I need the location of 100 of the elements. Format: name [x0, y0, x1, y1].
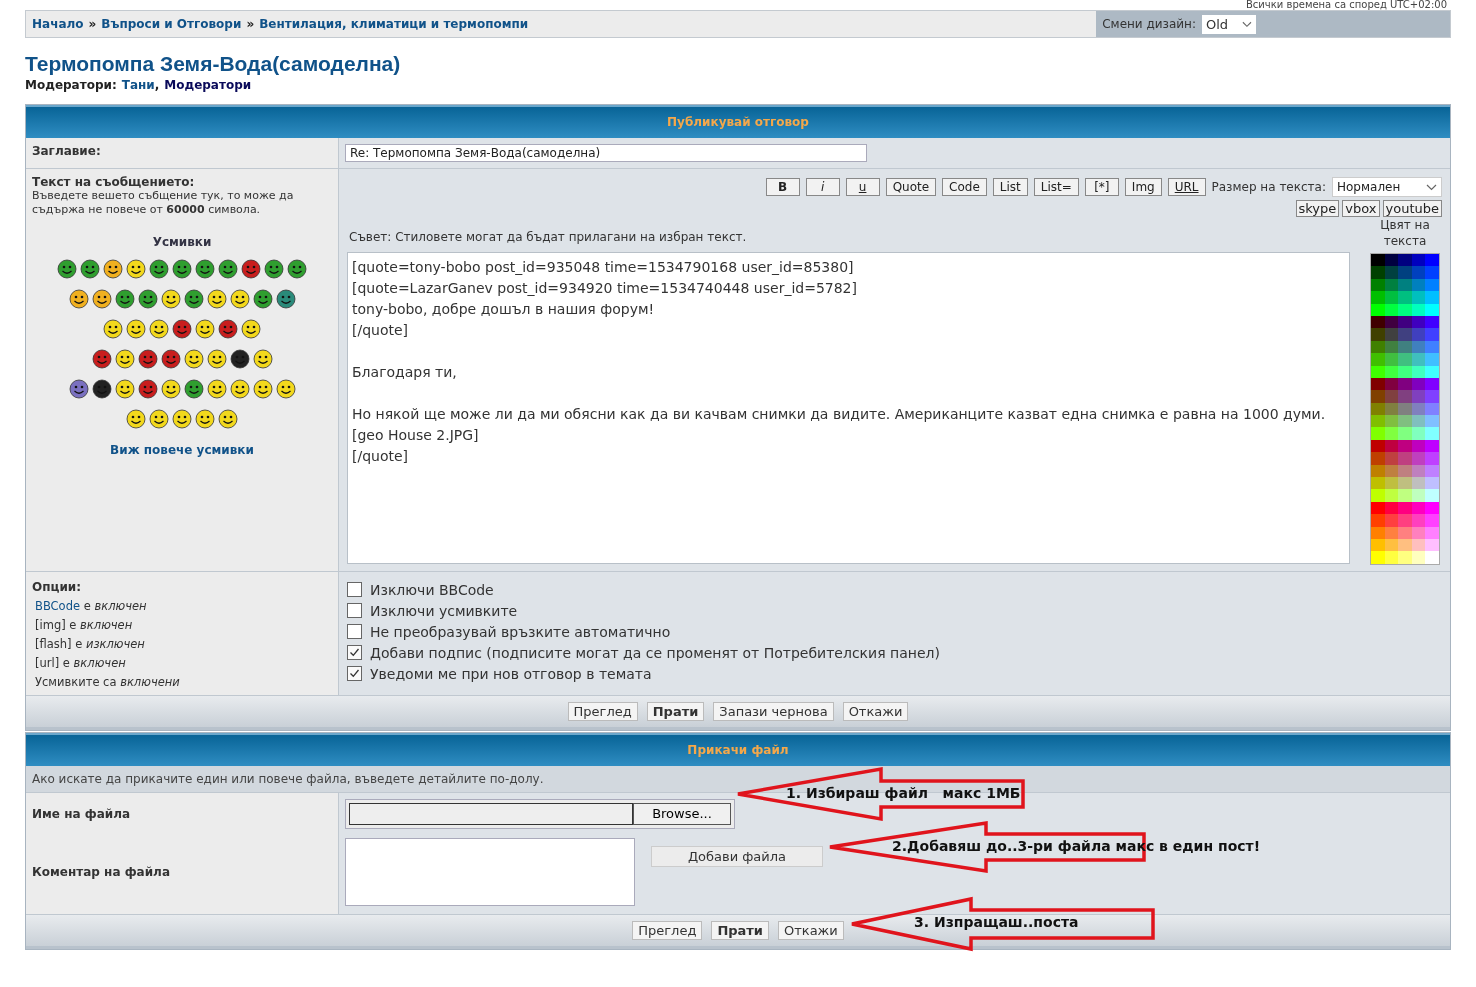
format-button[interactable]: u — [845, 178, 880, 196]
checkbox[interactable] — [347, 603, 362, 619]
more-smilies-link[interactable]: Виж повече усмивки — [32, 443, 332, 457]
smiley-icon[interactable] — [91, 379, 112, 399]
smiley-icon[interactable] — [57, 259, 77, 279]
smiley-icon[interactable] — [287, 259, 307, 279]
format-button[interactable]: List= — [1033, 178, 1079, 196]
smiley-icon[interactable] — [160, 349, 181, 369]
smiley-icon[interactable] — [114, 379, 135, 399]
smiley-icon[interactable] — [252, 349, 273, 369]
breadcrumb-separator: » — [246, 17, 255, 31]
smiley-icon[interactable] — [275, 289, 296, 309]
form-button[interactable]: Откажи — [778, 920, 844, 940]
format-button[interactable]: Img — [1124, 178, 1162, 196]
format-button[interactable]: URL — [1167, 178, 1206, 196]
format-button[interactable]: i — [805, 178, 840, 196]
breadcrumb-link[interactable]: Вентилация, климатици и термопомпи — [259, 17, 529, 31]
smiley-icon[interactable] — [91, 289, 112, 309]
smiley-icon[interactable] — [183, 379, 204, 399]
smiley-icon[interactable] — [126, 319, 146, 339]
smiley-icon[interactable] — [206, 349, 227, 369]
moderator-separator: , — [154, 78, 160, 92]
moderator-link[interactable]: Модератори — [164, 78, 252, 92]
smiley-icon[interactable] — [103, 319, 123, 339]
smiley-icon[interactable] — [195, 259, 215, 279]
smiley-icon[interactable] — [103, 259, 123, 279]
smiley-icon[interactable] — [68, 379, 89, 399]
form-button[interactable]: Прати — [646, 701, 705, 721]
smiley-icon[interactable] — [137, 349, 158, 369]
format-button[interactable]: Code — [942, 178, 987, 196]
checkbox[interactable] — [347, 666, 362, 682]
smiley-icon[interactable] — [114, 289, 135, 309]
smiley-icon[interactable] — [195, 409, 215, 429]
comment-field[interactable] — [345, 837, 635, 906]
smiley-icon[interactable] — [183, 289, 204, 309]
bbcode-link[interactable]: BBCode — [35, 598, 81, 613]
file-input[interactable]: Browse... — [345, 798, 735, 829]
form-button[interactable]: Прати — [711, 920, 769, 940]
comment-label: Коментар на файла — [32, 865, 170, 880]
smiley-icon[interactable] — [252, 379, 273, 399]
embed-button[interactable]: youtube — [1382, 200, 1442, 217]
smiley-icon[interactable] — [149, 259, 169, 279]
smiley-icon[interactable] — [126, 259, 146, 279]
smiley-icon[interactable] — [264, 259, 284, 279]
smiley-icon[interactable] — [241, 319, 261, 339]
breadcrumb-link[interactable]: Начало — [32, 17, 84, 31]
smiley-icon[interactable] — [218, 409, 238, 429]
checkbox-label: Добави подпис (подписите могат да се променят от Потребителския панел) — [370, 644, 940, 661]
smiley-icon[interactable] — [252, 289, 273, 309]
form-button[interactable]: Преглед — [567, 701, 638, 721]
checkbox[interactable] — [347, 582, 362, 598]
smiley-icon[interactable] — [218, 259, 238, 279]
design-dropdown[interactable]: Old — [1202, 14, 1256, 34]
format-button[interactable]: Quote — [885, 178, 937, 196]
message-textarea[interactable]: [quote=tony-bobo post_id=935048 time=1534790168 user_id=85380] [quote=LazarGanev post_id=934920 time=1534740448 user_id=5782] tony-bobo, добре дошъл в нашия форум! [/quote] Благодаря ти, Но някой ще може ли да ми обясни как да ви качвам снимки да видите. Американците казват една снимка е равна на 1000 думи.[geo House 2.JPG] [/quote] — [347, 252, 1350, 564]
checkbox[interactable] — [347, 624, 362, 640]
option-status: [url] е включен — [35, 655, 126, 670]
option-status: [img] е включен — [35, 617, 133, 632]
breadcrumb-link[interactable]: Въпроси и Отговори — [101, 17, 242, 31]
checkbox[interactable] — [347, 645, 362, 661]
add-file-button[interactable]: Добави файла — [651, 845, 823, 867]
embed-button[interactable]: vbox — [1342, 200, 1380, 217]
form-button[interactable]: Откажи — [842, 701, 909, 721]
smiley-icon[interactable] — [80, 259, 100, 279]
smiley-icon[interactable] — [172, 259, 192, 279]
smiley-icon[interactable] — [241, 259, 261, 279]
smiley-icon[interactable] — [149, 409, 169, 429]
smiley-icon[interactable] — [229, 379, 250, 399]
color-palette[interactable] — [1370, 253, 1440, 565]
moderator-link[interactable]: Тани — [121, 78, 155, 92]
smiley-icon[interactable] — [183, 349, 204, 369]
subject-field[interactable]: Re: Термопомпа Земя-Вода(самоделна) — [345, 144, 867, 162]
browse-button[interactable]: Browse... — [633, 802, 731, 825]
form-button[interactable]: Преглед — [632, 920, 703, 940]
form-button[interactable]: Запази чернова — [713, 701, 834, 721]
smiley-icon[interactable] — [172, 319, 192, 339]
smiley-icon[interactable] — [229, 349, 250, 369]
smiley-icon[interactable] — [160, 379, 181, 399]
embed-button[interactable]: skype — [1295, 200, 1340, 217]
smiley-icon[interactable] — [229, 289, 250, 309]
topic-title[interactable]: Термопомпа Земя-Вода(самоделна) — [25, 52, 1451, 76]
format-button[interactable]: B — [765, 178, 800, 196]
smiley-icon[interactable] — [206, 379, 227, 399]
smiley-icon[interactable] — [137, 289, 158, 309]
smiley-icon[interactable] — [149, 319, 169, 339]
smiley-icon[interactable] — [91, 349, 112, 369]
filename-label: Име на файла — [32, 806, 131, 821]
format-button[interactable]: List — [992, 178, 1028, 196]
smiley-icon[interactable] — [218, 319, 238, 339]
smiley-icon[interactable] — [275, 379, 296, 399]
smiley-icon[interactable] — [195, 319, 215, 339]
smiley-icon[interactable] — [126, 409, 146, 429]
smiley-icon[interactable] — [172, 409, 192, 429]
smiley-icon[interactable] — [137, 379, 158, 399]
smiley-icon[interactable] — [206, 289, 227, 309]
smiley-icon[interactable] — [114, 349, 135, 369]
format-button[interactable]: [*] — [1084, 178, 1119, 196]
smiley-icon[interactable] — [160, 289, 181, 309]
smiley-icon[interactable] — [68, 289, 89, 309]
text-size-dropdown[interactable]: Нормален — [1332, 177, 1442, 197]
